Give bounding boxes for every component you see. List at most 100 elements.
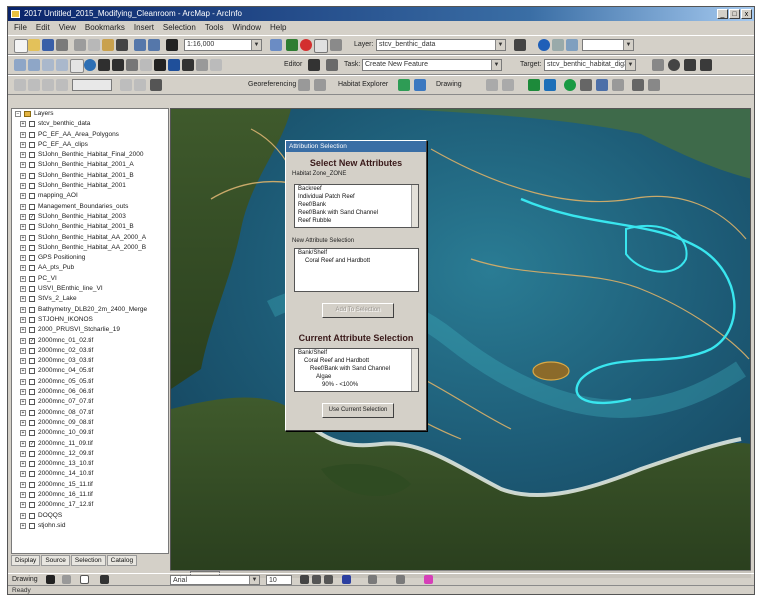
tab-selection[interactable]: Selection <box>70 555 106 566</box>
tool-g-icon[interactable] <box>150 79 162 91</box>
tool-d-icon[interactable] <box>56 79 68 91</box>
toc-layer-row[interactable]: + StJohn_Benthic_Habitat_AA_2000_A <box>12 233 168 243</box>
tool-b-icon[interactable] <box>28 79 40 91</box>
zoom-in-icon[interactable] <box>14 59 26 71</box>
menu-file[interactable]: File <box>14 22 27 34</box>
expand-icon[interactable]: + <box>20 234 26 241</box>
listbox-scrollbar[interactable] <box>411 349 418 391</box>
collapse-icon[interactable]: − <box>15 111 21 117</box>
catalog-icon[interactable] <box>300 39 312 51</box>
toc-layer-row[interactable]: +2000mnc_08_07.tif <box>12 408 168 418</box>
layer-visibility-checkbox[interactable] <box>29 399 35 406</box>
toc-layer-row[interactable]: +2000mnc_12_09.tif <box>12 449 168 459</box>
add-data-icon[interactable] <box>166 39 178 51</box>
toc-layer-row[interactable]: + Bathymetry_DLB20_2m_2400_Merge <box>12 305 168 315</box>
open-icon[interactable] <box>28 39 40 51</box>
habitat-tool-icon[interactable] <box>398 79 410 91</box>
forward-extent-icon[interactable] <box>112 59 124 71</box>
selection-item[interactable]: Bank/Shelf <box>295 249 418 257</box>
target-combo[interactable]: stcv_benthic_habitat_dig3 ▼ <box>544 59 636 71</box>
layer-visibility-checkbox[interactable] <box>29 255 35 262</box>
print-icon[interactable] <box>56 39 68 51</box>
layer-visibility-checkbox[interactable] <box>29 296 35 303</box>
toc-layer-row[interactable]: +2000mnc_15_11.tif <box>12 480 168 490</box>
expand-icon[interactable]: + <box>20 121 26 128</box>
layer-visibility-checkbox[interactable] <box>29 203 35 210</box>
text-icon[interactable] <box>100 575 109 584</box>
expand-icon[interactable]: + <box>20 512 26 519</box>
layer-visibility-checkbox[interactable] <box>29 141 35 148</box>
expand-icon[interactable]: + <box>20 409 26 416</box>
zone-item[interactable]: Backreef <box>295 185 418 193</box>
toc-layer-row[interactable]: + ✓ 2000mnc_01_02.tif <box>12 336 168 346</box>
task-combo[interactable]: Create New Feature ▼ <box>362 59 502 71</box>
fixed-zoom-in-icon[interactable] <box>42 59 54 71</box>
tool-j-icon[interactable] <box>612 79 624 91</box>
layer-visibility-checkbox[interactable] <box>29 491 35 498</box>
expand-icon[interactable]: + <box>20 203 26 210</box>
toc-layer-row[interactable]: +2000mnc_03_03.tif <box>12 356 168 366</box>
toc-layer-row[interactable]: +2000mnc_09_08.tif <box>12 418 168 428</box>
spatial-icon[interactable] <box>514 39 526 51</box>
line-color-icon[interactable] <box>396 575 405 584</box>
font-color-icon[interactable] <box>342 575 351 584</box>
expand-icon[interactable]: + <box>20 430 26 437</box>
command-line-icon[interactable] <box>314 39 328 53</box>
expand-icon[interactable]: + <box>20 481 26 488</box>
save-icon[interactable] <box>42 39 54 51</box>
layer-visibility-checkbox[interactable] <box>29 265 35 272</box>
menu-tools[interactable]: Tools <box>205 22 224 34</box>
layer-visibility-checkbox[interactable]: ✓ <box>29 440 35 447</box>
menu-insert[interactable]: Insert <box>134 22 154 34</box>
layer-visibility-checkbox[interactable] <box>29 152 35 159</box>
expand-icon[interactable]: + <box>20 316 26 323</box>
georef-layer-icon[interactable] <box>298 79 310 91</box>
expand-icon[interactable]: + <box>20 255 26 262</box>
back-extent-icon[interactable] <box>98 59 110 71</box>
layer-visibility-checkbox[interactable] <box>29 347 35 354</box>
delete-icon[interactable] <box>116 39 128 51</box>
contrast-icon[interactable] <box>566 39 578 51</box>
identify-icon[interactable] <box>168 59 180 71</box>
toc-layer-row[interactable]: +2000mnc_13_10.tif <box>12 459 168 469</box>
layer-visibility-checkbox[interactable] <box>29 131 35 138</box>
expand-icon[interactable]: + <box>20 461 26 468</box>
editor-menu[interactable]: Editor <box>284 61 302 68</box>
toc-layer-row[interactable]: +2000mnc_06_06.tif <box>12 387 168 397</box>
layer-visibility-checkbox[interactable] <box>29 430 35 437</box>
toc-layer-row[interactable]: + STJOHN_IKONOS <box>12 315 168 325</box>
new-selection-listbox[interactable]: Bank/Shelf Coral Reef and Hardbott <box>294 248 419 292</box>
selection-item[interactable]: Coral Reef and Hardbott <box>295 257 418 265</box>
layer-visibility-checkbox[interactable]: ✓ <box>29 337 35 344</box>
expand-icon[interactable]: + <box>20 152 26 159</box>
help-icon[interactable] <box>330 39 342 51</box>
expand-icon[interactable]: + <box>20 337 26 344</box>
expand-icon[interactable]: + <box>20 522 26 529</box>
zone-listbox[interactable]: Backreef Individual Patch Reef Reef/Bank… <box>294 184 419 228</box>
select-pointer-icon[interactable] <box>46 575 55 584</box>
tool-k-icon[interactable] <box>632 79 644 91</box>
grid-icon[interactable] <box>528 79 540 91</box>
layer-visibility-checkbox[interactable] <box>29 481 35 488</box>
tool-e-icon[interactable] <box>120 79 132 91</box>
layer-visibility-checkbox[interactable] <box>29 522 35 529</box>
layer-visibility-checkbox[interactable] <box>29 389 35 396</box>
bold-icon[interactable] <box>300 575 309 584</box>
italic-icon[interactable] <box>312 575 321 584</box>
listbox-scrollbar[interactable] <box>411 185 418 227</box>
expand-icon[interactable]: + <box>20 213 26 220</box>
expand-icon[interactable]: + <box>20 327 26 334</box>
rectangle-icon[interactable] <box>80 575 89 584</box>
marker-color-icon[interactable] <box>424 575 433 584</box>
expand-icon[interactable]: + <box>20 358 26 365</box>
layer-visibility-checkbox[interactable] <box>29 327 35 334</box>
select-features-icon[interactable] <box>126 59 138 71</box>
font-combo[interactable]: Arial ▼ <box>170 575 260 585</box>
sketch-properties-icon[interactable] <box>668 59 680 71</box>
use-current-selection-button[interactable]: Use Current Selection <box>322 403 394 418</box>
globe-icon[interactable] <box>538 39 550 51</box>
zoom-out-icon[interactable] <box>28 59 40 71</box>
toc-layer-row[interactable]: + AA_pts_Pub <box>12 263 168 273</box>
editor-toolbar-icon[interactable] <box>270 39 282 51</box>
rotate-icon[interactable] <box>700 59 712 71</box>
